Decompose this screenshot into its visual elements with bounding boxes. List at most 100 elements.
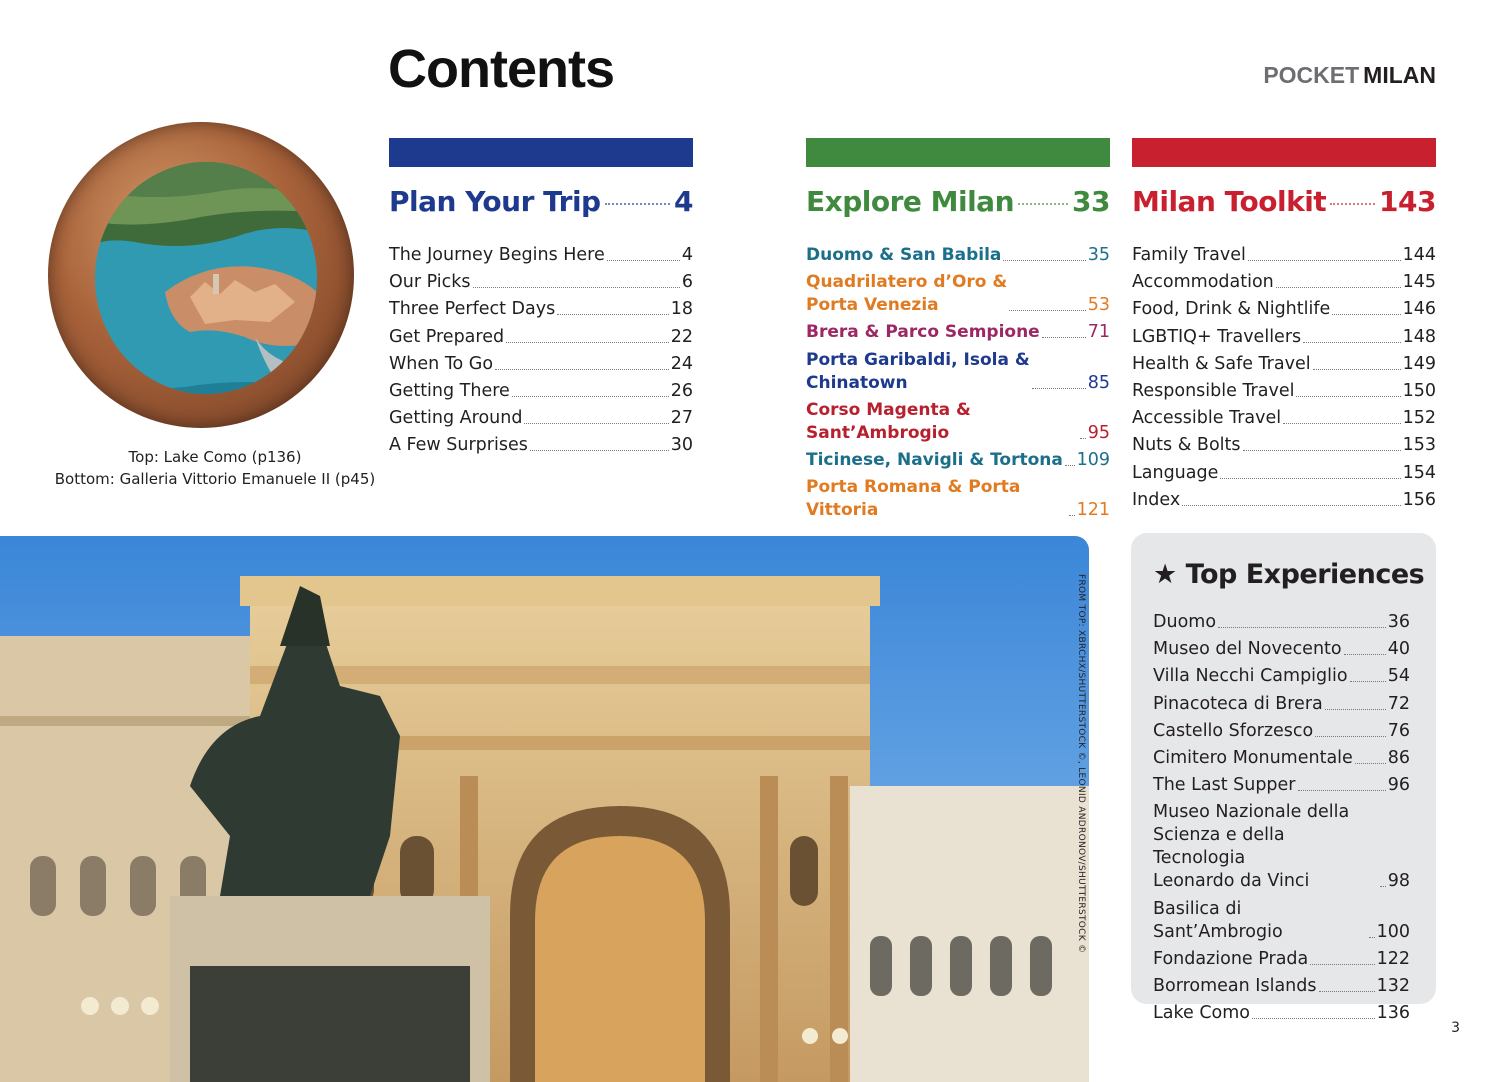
toc-entry-label: Accessible Travel: [1132, 408, 1282, 429]
toc-entry-label: Getting Around: [389, 408, 523, 429]
toc-entry[interactable]: Castello Sforzesco 76: [1153, 720, 1410, 743]
leader-dots: [1349, 681, 1386, 683]
leader-dots: [1252, 1018, 1375, 1020]
leader-dots: [1312, 368, 1401, 370]
toc-entry[interactable]: Borromean Islands 132: [1153, 975, 1410, 998]
toc-entry-label: Cimitero Monumentale: [1153, 747, 1353, 768]
toc-entry-page: 27: [670, 408, 693, 429]
toolkit-title: Milan Toolkit: [1132, 185, 1327, 218]
toc-entry[interactable]: Family Travel 144: [1132, 244, 1436, 267]
leader-dots: [557, 314, 669, 316]
toc-entry[interactable]: A Few Surprises 30: [389, 434, 693, 457]
toc-entry-page: 71: [1087, 322, 1110, 343]
leader-dots: [1018, 203, 1069, 205]
toc-entry-page: 149: [1402, 353, 1436, 374]
toc-entry-page: 96: [1387, 775, 1410, 796]
toc-entry-label: Basilica di Sant’Ambrogio: [1153, 898, 1283, 942]
toc-entry-page: 24: [670, 353, 693, 374]
toc-entry-page: 40: [1387, 639, 1410, 660]
toc-entry-label: Language: [1132, 462, 1219, 483]
toolkit-page: 143: [1379, 185, 1436, 218]
toc-entry[interactable]: Museo Nazionale della Scienza e della Te…: [1153, 801, 1410, 893]
toc-entry[interactable]: Three Perfect Days 18: [389, 298, 693, 321]
toc-entry[interactable]: Responsible Travel 150: [1132, 380, 1436, 403]
lake-como-photo-frame: [48, 122, 354, 428]
toolkit-heading[interactable]: Milan Toolkit 143: [1132, 185, 1436, 218]
toc-entry-label: Responsible Travel: [1132, 380, 1295, 401]
toc-entry[interactable]: Duomo 36: [1153, 611, 1410, 634]
toc-entry[interactable]: Villa Necchi Campiglio 54: [1153, 665, 1410, 688]
toc-entry-label: Corso Magenta & Sant’Ambrogio: [806, 399, 971, 443]
toc-entry-label: The Journey Begins Here: [389, 245, 605, 265]
toc-entry-label: Museo Nazionale della Scienza e della Te…: [1153, 802, 1350, 892]
toc-entry-page: 100: [1376, 921, 1410, 942]
toc-entry[interactable]: Museo del Novecento 40: [1153, 638, 1410, 661]
toc-entry[interactable]: Fondazione Prada 122: [1153, 948, 1410, 971]
toc-entry-label: Quadrilatero d’Oro & Porta Venezia: [806, 272, 1008, 316]
toc-entry[interactable]: Ticinese, Navigli & Tortona 109: [806, 449, 1110, 472]
toc-entry[interactable]: Porta Garibaldi, Isola & Chinatown 85: [806, 349, 1110, 395]
toc-entry[interactable]: Accessible Travel 152: [1132, 407, 1436, 430]
toc-entry[interactable]: The Journey Begins Here 4: [389, 244, 693, 267]
toc-entry-label: Porta Garibaldi, Isola & Chinatown: [806, 349, 1030, 393]
toc-entry[interactable]: When To Go 24: [389, 353, 693, 376]
explore-title: Explore Milan: [806, 185, 1015, 218]
toc-entry-label: Index: [1132, 489, 1181, 510]
toc-entry-page: 153: [1402, 435, 1436, 456]
toolkit-list: Family Travel 144 Accommodation 145 Food, Dr…: [1132, 244, 1436, 512]
toc-entry-label: Porta Romana & Porta Vittoria: [806, 477, 1021, 521]
toc-entry[interactable]: Language 154: [1132, 462, 1436, 485]
explore-heading[interactable]: Explore Milan 33: [806, 185, 1110, 218]
toc-entry-label: Family Travel: [1132, 245, 1246, 265]
plan-heading[interactable]: Plan Your Trip 4: [389, 185, 693, 218]
toc-entry[interactable]: Cimitero Monumentale 86: [1153, 747, 1410, 770]
toc-entry[interactable]: Health & Safe Travel 149: [1132, 353, 1436, 376]
toc-entry[interactable]: Pinacoteca di Brera 72: [1153, 693, 1410, 716]
leader-dots: [1275, 287, 1401, 289]
toc-entry-label: Villa Necchi Campiglio: [1153, 666, 1348, 687]
toc-entry-page: 22: [670, 326, 693, 347]
toc-entry[interactable]: LGBTIQ+ Travellers 148: [1132, 326, 1436, 349]
toc-entry[interactable]: Getting There 26: [389, 380, 693, 403]
photo-caption: Top: Lake Como (p136) Bottom: Galleria V…: [40, 446, 390, 490]
toc-entry-label: Borromean Islands: [1153, 975, 1317, 996]
leader-dots: [1003, 260, 1086, 261]
toc-entry[interactable]: Duomo & San Babila 35: [806, 244, 1110, 267]
toc-entry[interactable]: Our Picks 6: [389, 271, 693, 294]
leader-dots: [495, 368, 669, 370]
toc-entry[interactable]: Quadrilatero d’Oro & Porta Venezia 53: [806, 271, 1110, 317]
plan-page: 4: [674, 185, 693, 218]
toc-entry[interactable]: Get Prepared 22: [389, 326, 693, 349]
leader-dots: [606, 260, 680, 261]
toc-entry-page: 152: [1402, 408, 1436, 429]
toc-entry-page: 30: [670, 435, 693, 456]
toc-entry[interactable]: Accommodation 145: [1132, 271, 1436, 294]
toc-entry-page: 98: [1387, 871, 1410, 892]
toc-entry-label: LGBTIQ+ Travellers: [1132, 326, 1302, 347]
toc-entry[interactable]: Brera & Parco Sempione 71: [806, 321, 1110, 344]
toc-entry[interactable]: The Last Supper 96: [1153, 774, 1410, 797]
toc-entry[interactable]: Basilica di Sant’Ambrogio 100: [1153, 898, 1410, 944]
caption-top: Top: Lake Como (p136): [128, 448, 302, 466]
brand-pocket: POCKET: [1263, 62, 1360, 88]
toc-entry[interactable]: Corso Magenta & Sant’Ambrogio 95: [806, 399, 1110, 445]
toc-entry[interactable]: Porta Romana & Porta Vittoria 121: [806, 476, 1110, 522]
leader-dots: [1182, 504, 1401, 506]
leader-dots: [1041, 337, 1086, 339]
toc-entry-page: 136: [1376, 1003, 1410, 1024]
toc-entry[interactable]: Index 156: [1132, 489, 1436, 512]
toc-entry-label: Fondazione Prada: [1153, 948, 1309, 969]
toc-entry[interactable]: Nuts & Bolts 153: [1132, 434, 1436, 457]
toc-entry[interactable]: Lake Como 136: [1153, 1002, 1410, 1025]
toc-entry-page: 86: [1387, 747, 1410, 768]
toc-entry[interactable]: Food, Drink & Nightlife 146: [1132, 298, 1436, 321]
leader-dots: [1247, 260, 1401, 261]
toc-entry-page: 156: [1402, 489, 1436, 510]
plan-list: The Journey Begins Here 4 Our Picks 6 Three …: [389, 244, 693, 457]
leader-dots: [1310, 963, 1375, 965]
toc-entry-label: Nuts & Bolts: [1132, 435, 1241, 456]
leader-dots: [1354, 762, 1386, 764]
explore-milan-section: Explore Milan 33 Duomo & San Babila 35 Qua…: [806, 138, 1110, 526]
leader-dots: [1303, 341, 1401, 343]
toc-entry[interactable]: Getting Around 27: [389, 407, 693, 430]
